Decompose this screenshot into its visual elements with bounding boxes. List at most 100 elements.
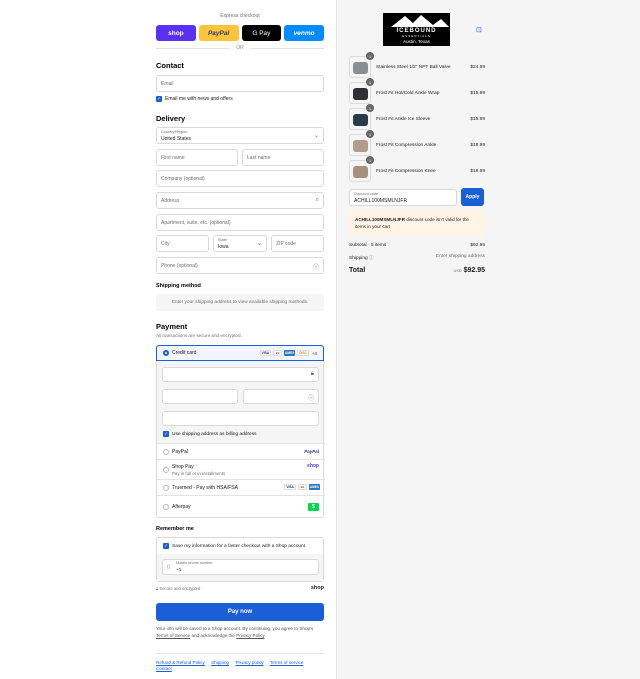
shipping-row: Shipping ⓘ Enter shipping address (349, 254, 485, 261)
mobile-label: Mobile phone number (176, 561, 213, 565)
country-value: United States (161, 136, 192, 142)
radio-icon[interactable] (163, 448, 169, 455)
shoppay-option[interactable]: Shop Pay Pay in full or in installments … (157, 459, 325, 479)
zip-field[interactable]: ZIP code (271, 235, 324, 252)
help-icon[interactable]: ⓘ (313, 262, 319, 271)
save-info-checkbox-row[interactable]: ✓ Save my information for a faster check… (163, 543, 305, 549)
express-checkout-buttons: shop PayPal G Pay venmo (156, 25, 324, 41)
radio-icon[interactable] (163, 466, 169, 473)
shoppay-option-sub: Pay in full or in installments (172, 470, 226, 476)
news-checkbox-label: Email me with news and offers (165, 96, 233, 102)
save-info-label: Save my information for a faster checkou… (172, 543, 306, 549)
credit-card-label: Credit card (172, 350, 197, 356)
contact-heading: Contact (156, 61, 184, 70)
shipping-label-wrap: Shipping ⓘ (349, 254, 374, 261)
mobile-value: +1 (176, 568, 182, 573)
name-on-card-field[interactable] (162, 411, 319, 426)
discount-code-field[interactable]: Discount code ACHILL100MSMLNJFR (349, 189, 457, 206)
footer-link-contact[interactable]: Contact (156, 666, 172, 671)
phone-icon: ▯ (167, 564, 170, 570)
credit-card-option[interactable]: Credit card VISA ●● AMEX DISC +4 (156, 345, 324, 361)
chevron-down-icon: ⌄ (313, 133, 319, 139)
product-image (353, 140, 368, 152)
apartment-field[interactable]: Apartment, suite, etc. (optional) (156, 214, 324, 231)
paypal-option[interactable]: PayPal PayPal (157, 443, 325, 459)
address-placeholder: Address (161, 197, 180, 204)
subtotal-value: $92.95 (470, 243, 485, 248)
apply-button[interactable]: Apply (461, 188, 484, 206)
total-label: Total (349, 267, 366, 274)
total-row: Total USD $92.95 (349, 267, 485, 274)
first-name-field[interactable]: First name (156, 149, 238, 166)
quantity-badge: 1 (366, 104, 374, 112)
shopping-bag-icon[interactable]: ⊡ (476, 26, 482, 34)
checkbox-checked-icon[interactable]: ✓ (163, 543, 169, 549)
terms-link[interactable]: Terms of Service (156, 633, 190, 638)
expiry-field[interactable] (162, 389, 238, 404)
footer-link-privacy[interactable]: Privacy policy (235, 660, 263, 665)
truemed-logos: VISA ●● AMEX (282, 484, 320, 490)
billing-checkbox-row[interactable]: ✓ Use shipping address as billing addres… (163, 431, 257, 437)
item-price: $15.99 (470, 116, 485, 122)
paypal-button[interactable]: PayPal (198, 25, 239, 41)
last-name-field[interactable]: Last name (242, 149, 324, 166)
company-field[interactable]: Company (optional) (156, 170, 324, 187)
footer-link-terms[interactable]: Terms of service (270, 660, 303, 665)
store-logo[interactable]: ICEBOUND ESSENTIALS Austin, Texas (383, 13, 450, 46)
help-icon[interactable]: ⓘ (369, 256, 374, 261)
cash-icon: $ (308, 503, 319, 511)
security-code-field[interactable]: ⓘ (243, 389, 319, 404)
search-icon: ⌕ (315, 197, 319, 203)
payment-subtitle: All transactions are secure and encrypte… (156, 333, 242, 338)
brand-sub: ESSENTIALS (402, 34, 431, 38)
or-label: OR (236, 45, 244, 51)
help-icon[interactable]: ⓘ (308, 393, 314, 402)
google-pay-button[interactable]: G Pay (241, 25, 282, 41)
discount-error-code: ACHILL100MSMLNJFR (355, 217, 406, 222)
amex-icon: AMEX (284, 350, 296, 356)
country-label: Country/Region (161, 130, 188, 134)
shop-pay-button[interactable]: shop (156, 25, 196, 41)
more-cards-label: +4 (311, 350, 317, 356)
mastercard-icon: ●● (297, 484, 307, 490)
discount-value: ACHILL100MSMLNJFR (354, 198, 408, 204)
venmo-button[interactable]: venmo (284, 25, 324, 41)
total-value-wrap: USD $92.95 (454, 267, 485, 274)
brand-location: Austin, Texas (403, 39, 430, 44)
legal-text-1: Your info will be saved to a Shop accoun… (156, 626, 314, 631)
shop-logo: shop (307, 463, 319, 469)
card-fields-area: 🔒︎ ⓘ ✓ Use shipping address as billing a… (157, 361, 323, 443)
shoppay-option-label: Shop Pay (172, 463, 194, 470)
footer-links: Refund & Refund Policy Shipping Privacy … (156, 660, 324, 672)
country-select[interactable]: Country/Region United States ⌄ (156, 127, 324, 144)
radio-selected-icon[interactable] (163, 350, 169, 356)
checkbox-checked-icon[interactable]: ✓ (156, 96, 162, 102)
checkbox-checked-icon[interactable]: ✓ (163, 431, 169, 437)
chevron-down-icon: ⌄ (256, 241, 262, 247)
item-price: $18.99 (470, 142, 485, 148)
legal-text: Your info will be saved to a Shop accoun… (156, 626, 324, 639)
mobile-phone-field[interactable]: ▯ Mobile phone number +1 (162, 559, 319, 575)
card-number-field[interactable]: 🔒︎ (162, 367, 319, 382)
news-checkbox-row[interactable]: ✓ Email me with news and offers (156, 96, 324, 102)
footer-link-refund[interactable]: Refund & Refund Policy (156, 660, 205, 665)
item-name: Stainless Steel 1/2" NPT Ball Valve (376, 64, 451, 70)
cart-item: 1 Frost Fit Compression Ankle $18.99 (349, 130, 485, 156)
pay-now-button[interactable]: Pay now (156, 603, 324, 621)
phone-field[interactable]: Phone (optional) ⓘ (156, 257, 324, 274)
city-field[interactable]: City (156, 235, 209, 252)
item-price: $18.99 (470, 168, 485, 174)
shop-logo: shop (310, 585, 324, 591)
address-field[interactable]: Address ⌕ (156, 192, 324, 209)
radio-icon[interactable] (163, 484, 169, 491)
state-select[interactable]: State Iowa ⌄ (213, 235, 267, 252)
payment-heading: Payment (156, 322, 188, 331)
truemed-option[interactable]: Truemed - Pay with HSA/FSA VISA ●● AMEX (157, 479, 325, 495)
shipping-method-heading: Shipping method (156, 283, 201, 289)
radio-icon[interactable] (163, 504, 169, 510)
email-field[interactable]: Email (156, 75, 324, 92)
footer-link-shipping[interactable]: Shipping (211, 660, 229, 665)
lock-icon: 🔒︎ (310, 371, 314, 377)
privacy-link[interactable]: Privacy Policy (236, 633, 264, 638)
afterpay-option[interactable]: Afterpay $ (157, 495, 325, 518)
